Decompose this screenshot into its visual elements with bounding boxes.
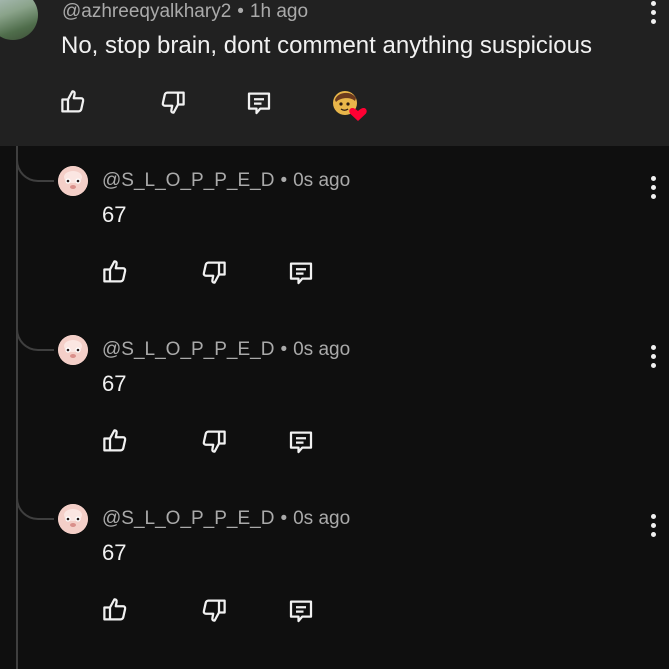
- thread-line: [16, 146, 18, 669]
- reply-icon[interactable]: [286, 427, 316, 457]
- thumbs-down-icon[interactable]: [199, 426, 229, 456]
- reply-icon[interactable]: [286, 258, 316, 288]
- author-handle[interactable]: @azhreeqyalkhary2: [62, 1, 231, 22]
- thumbs-up-icon[interactable]: [100, 426, 130, 456]
- creator-heart-icon[interactable]: [331, 88, 367, 124]
- meta-separator: •: [280, 170, 288, 191]
- meta-separator: •: [280, 339, 288, 360]
- avatar[interactable]: [58, 504, 88, 534]
- more-vert-icon[interactable]: [649, 514, 657, 540]
- thumbs-down-icon[interactable]: [158, 87, 188, 117]
- author-handle[interactable]: @S_L_O_P_P_E_D: [102, 508, 274, 529]
- reply-icon[interactable]: [286, 596, 316, 626]
- comment-time[interactable]: 0s ago: [293, 339, 350, 360]
- meta-separator: •: [280, 508, 288, 529]
- comment-meta: @S_L_O_P_P_E_D • 0s ago: [102, 339, 350, 361]
- author-handle[interactable]: @S_L_O_P_P_E_D: [102, 170, 274, 191]
- author-handle[interactable]: @S_L_O_P_P_E_D: [102, 339, 274, 360]
- comment-time[interactable]: 0s ago: [293, 170, 350, 191]
- thumbs-up-icon[interactable]: [100, 595, 130, 625]
- parent-comment: @azhreeqyalkhary2 • 1h ago No, stop brain,…: [0, 0, 669, 146]
- thumbs-up-icon[interactable]: [100, 257, 130, 287]
- comment-text: 67: [102, 540, 127, 565]
- more-vert-icon[interactable]: [649, 1, 657, 27]
- comment-meta: @S_L_O_P_P_E_D • 0s ago: [102, 508, 350, 530]
- avatar[interactable]: [58, 166, 88, 196]
- thread-connector: [16, 486, 54, 520]
- avatar[interactable]: [0, 0, 38, 40]
- comment-text: 67: [102, 371, 127, 396]
- avatar[interactable]: [58, 335, 88, 365]
- more-vert-icon[interactable]: [649, 345, 657, 371]
- comment-meta: @azhreeqyalkhary2 • 1h ago: [62, 1, 308, 23]
- comment-text: No, stop brain, dont comment anything su…: [61, 32, 592, 59]
- comment-meta: @S_L_O_P_P_E_D • 0s ago: [102, 170, 350, 192]
- thumbs-up-icon[interactable]: [58, 87, 88, 117]
- more-vert-icon[interactable]: [649, 176, 657, 202]
- meta-separator: •: [237, 1, 244, 22]
- thread-connector: [16, 148, 54, 182]
- thread-connector: [16, 317, 54, 351]
- comment-time[interactable]: 0s ago: [293, 508, 350, 529]
- thumbs-down-icon[interactable]: [199, 595, 229, 625]
- comment-text: 67: [102, 202, 127, 227]
- thumbs-down-icon[interactable]: [199, 257, 229, 287]
- comment-time[interactable]: 1h ago: [250, 1, 308, 22]
- reply-icon[interactable]: [244, 88, 274, 118]
